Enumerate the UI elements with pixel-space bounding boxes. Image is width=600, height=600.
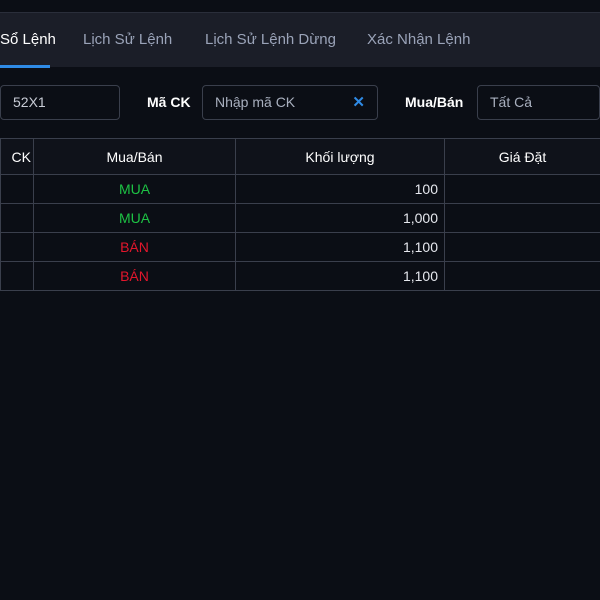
side-select[interactable]: Tất Cả <box>477 85 600 120</box>
table-row[interactable]: MUA 1,000 <box>0 203 600 233</box>
quantity-cell: 1,100 <box>235 261 445 291</box>
account-select[interactable]: 52X1 <box>0 85 120 120</box>
tab-stop-order-history[interactable]: Lịch Sử Lệnh Dừng <box>205 31 336 48</box>
active-tab-indicator <box>0 65 50 68</box>
side-value: Tất Cả <box>490 94 533 110</box>
side-cell: BÁN <box>33 261 236 291</box>
table-row[interactable]: BÁN 1,100 <box>0 232 600 262</box>
side-cell: BÁN <box>33 232 236 262</box>
orders-table: CK Mua/Bán Khối lượng Giá Đặt MUA 100 MUA… <box>0 138 600 291</box>
account-value: 52X1 <box>13 94 46 110</box>
table-row[interactable]: BÁN 1,100 <box>0 261 600 291</box>
quantity-cell: 1,100 <box>235 232 445 262</box>
symbol-input[interactable]: Nhập mã CK ✕ <box>202 85 378 120</box>
header-symbol[interactable]: CK <box>0 138 34 175</box>
clear-icon[interactable]: ✕ <box>352 86 365 119</box>
top-band <box>0 0 600 12</box>
symbol-placeholder: Nhập mã CK <box>215 94 296 110</box>
header-quantity[interactable]: Khối lượng <box>235 138 445 175</box>
symbol-label: Mã CK <box>147 94 191 110</box>
side-label: Mua/Bán <box>405 94 464 110</box>
header-side[interactable]: Mua/Bán <box>33 138 236 175</box>
table-header: CK Mua/Bán Khối lượng Giá Đặt <box>0 138 600 175</box>
tab-bar: Sổ Lệnh Lịch Sử Lệnh Lịch Sử Lệnh Dừng X… <box>0 12 600 68</box>
tab-order-book[interactable]: Sổ Lệnh <box>0 31 56 48</box>
side-cell: MUA <box>33 203 236 233</box>
table-row[interactable]: MUA 100 <box>0 174 600 204</box>
header-price[interactable]: Giá Đặt <box>444 138 600 175</box>
tab-order-confirmation[interactable]: Xác Nhận Lệnh <box>367 31 470 48</box>
tab-order-history[interactable]: Lịch Sử Lệnh <box>83 31 172 48</box>
side-cell: MUA <box>33 174 236 204</box>
quantity-cell: 100 <box>235 174 445 204</box>
quantity-cell: 1,000 <box>235 203 445 233</box>
